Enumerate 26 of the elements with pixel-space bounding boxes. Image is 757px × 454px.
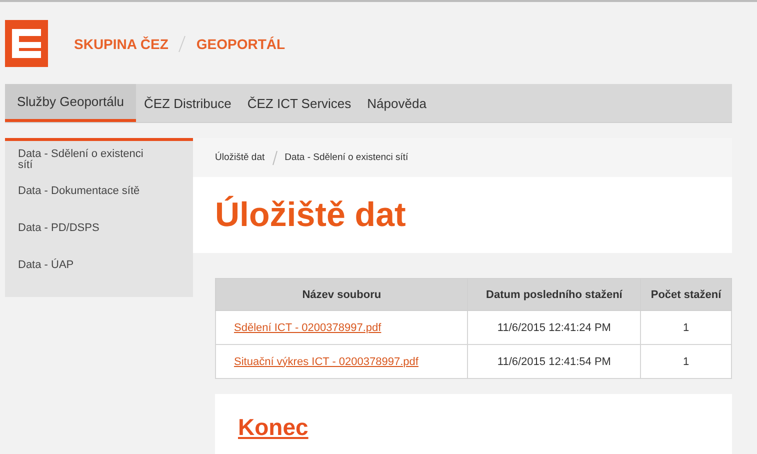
sidebar-item[interactable]: Data - Dokumentace sítě bbox=[5, 186, 171, 223]
brand-name: SKUPINA ČEZ bbox=[74, 36, 168, 52]
sidebar-item[interactable]: Data - PD/DSPS bbox=[5, 223, 171, 260]
sidebar-item[interactable]: Data - ÚAP bbox=[5, 260, 171, 297]
column-header: Počet stažení bbox=[640, 278, 732, 310]
file-link[interactable]: Sdělení ICT - 0200378997.pdf bbox=[234, 322, 382, 334]
column-header: Název souboru bbox=[216, 278, 468, 310]
logo-icon bbox=[5, 20, 48, 66]
breadcrumb-link[interactable]: Úložiště dat bbox=[215, 152, 265, 163]
nav-tab[interactable]: Nápověda bbox=[359, 84, 434, 122]
column-header: Datum posledního stažení bbox=[468, 278, 641, 310]
file-link[interactable]: Situační výkres ICT - 0200378997.pdf bbox=[234, 356, 418, 368]
table-cell: 1 bbox=[640, 344, 732, 378]
nav-tab[interactable]: ČEZ ICT Services bbox=[239, 84, 360, 122]
table-cell: 1 bbox=[640, 310, 732, 344]
portal-name: GEOPORTÁL bbox=[196, 36, 286, 52]
nav-tab[interactable]: Služby Geoportálu bbox=[5, 84, 136, 122]
nav-tab[interactable]: ČEZ Distribuce bbox=[136, 84, 240, 122]
separator-icon bbox=[270, 150, 279, 166]
sidebar-item[interactable]: Data - Sdělení o existenci sítí bbox=[5, 149, 171, 186]
table-cell: 11/6/2015 12:41:24 PM bbox=[468, 310, 641, 344]
breadcrumb-link[interactable]: Data - Sdělení o existenci sítí bbox=[284, 152, 408, 163]
separator-icon bbox=[176, 35, 188, 53]
table-cell: 11/6/2015 12:41:54 PM bbox=[468, 344, 641, 378]
end-link[interactable]: Konec bbox=[238, 414, 308, 440]
page-title: Úložiště dat bbox=[215, 196, 406, 234]
